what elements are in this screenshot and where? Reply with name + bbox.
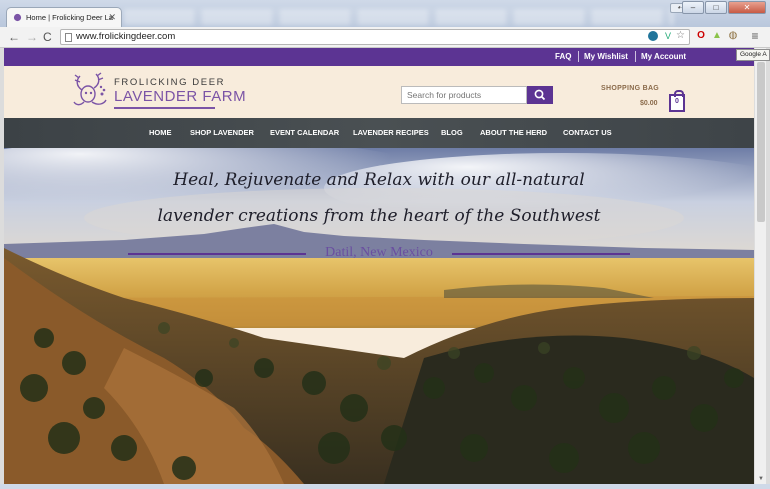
window-frame-bottom [0,484,770,489]
bag-total: $0.00 [640,100,658,107]
nav-event-calendar[interactable]: EVENT CALENDAR [270,128,339,137]
browser-toolbar: ← → C www.frolickingdeer.com ☆ V O ▲ ◍ ≡ [0,27,770,48]
wordpress-icon[interactable] [648,31,658,41]
address-url: www.frolickingdeer.com [76,31,176,42]
deer-favicon-icon [13,13,22,22]
browser-tab-active[interactable]: Home | Frolicking Deer La ✕ [6,7,122,27]
back-arrow-icon[interactable]: ← [8,30,20,44]
logo-subtitle: FROLICKING DEER [114,77,226,88]
main-nav: HOME SHOP LAVENDER EVENT CALENDAR LAVEND… [4,118,754,148]
blurred-tabs [124,9,674,25]
extension-icon[interactable]: ◍ [727,30,739,42]
reload-icon[interactable]: C [43,30,52,44]
opera-extension-icon[interactable]: O [695,30,707,42]
hero-landscape-image [4,148,754,484]
logo-title[interactable]: LAVENDER FARM [114,88,246,105]
web-page: FAQ My Wishlist My Account FROLICKING DE… [4,48,754,484]
page-icon [65,33,72,42]
search-icon [534,89,546,101]
site-header: FROLICKING DEER LAVENDER FARM SHOPPING B… [4,66,754,118]
scroll-thumb[interactable] [757,62,765,222]
nav-home[interactable]: HOME [149,128,172,137]
nav-blog[interactable]: BLOG [441,128,463,137]
maximize-button[interactable]: □ [705,1,727,14]
menu-icon[interactable]: ≡ [749,30,761,42]
hero-location: Datil, New Mexico [325,245,433,260]
forward-arrow-icon[interactable]: → [26,30,38,44]
tab-close-icon[interactable]: ✕ [108,12,116,23]
hero-banner: Heal, Rejuvenate and Relax with our all-… [4,148,754,484]
tab-title: Home | Frolicking Deer La [26,13,113,22]
nav-about-the-herd[interactable]: ABOUT THE HERD [480,128,547,137]
android-extension-icon[interactable]: ▲ [711,30,723,42]
address-bar[interactable]: www.frolickingdeer.com ☆ V [60,29,690,45]
bag-count: 0 [675,98,679,105]
nav-contact-us[interactable]: CONTACT US [563,128,612,137]
close-window-button[interactable]: ✕ [728,1,766,14]
search-button[interactable] [527,86,553,104]
hero-tagline-line2: lavender creations from the heart of the… [157,206,601,226]
search-input[interactable] [401,86,527,104]
shopping-bag-label[interactable]: SHOPPING BAG [601,85,659,92]
divider [635,51,636,62]
page-scrollbar[interactable]: ▲ ▼ [754,48,766,484]
tooltip: Google A [736,49,770,61]
shopping-bag-icon[interactable]: 0 [669,90,685,112]
top-utility-bar: FAQ My Wishlist My Account [4,48,754,66]
scroll-down-icon[interactable]: ▼ [755,474,767,484]
divider [578,51,579,62]
browser-tabstrip: Home | Frolicking Deer La ✕ ◕◕ – □ ✕ [0,0,770,27]
nav-lavender-recipes[interactable]: LAVENDER RECIPES [353,128,429,137]
logo-underline [114,107,215,109]
hero-tagline-line1: Heal, Rejuvenate and Relax with our all-… [173,170,585,190]
nav-shop-lavender[interactable]: SHOP LAVENDER [190,128,254,137]
vine-extension-icon[interactable]: V [665,31,671,41]
bookmark-star-icon[interactable]: ☆ [676,30,685,41]
wishlist-link[interactable]: My Wishlist [584,52,628,61]
minimize-button[interactable]: – [682,1,704,14]
account-link[interactable]: My Account [641,52,686,61]
faq-link[interactable]: FAQ [555,52,571,61]
window-controls: – □ ✕ [682,1,766,14]
deer-logo-icon[interactable] [72,72,108,110]
